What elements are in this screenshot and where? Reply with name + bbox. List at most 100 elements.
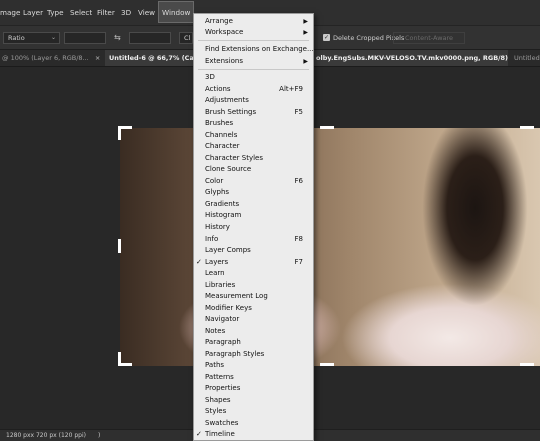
clear-button[interactable]: Cl [179, 32, 193, 44]
menu-item-paragraph-styles[interactable]: Paragraph Styles [194, 349, 313, 360]
menu-item-label: Navigator [205, 315, 240, 323]
menu-item-info[interactable]: Info F8 [194, 234, 313, 245]
menu-item-label: Character [205, 142, 240, 150]
menu-view[interactable]: View [138, 0, 155, 25]
menu-item-brushes[interactable]: Brushes [194, 118, 313, 129]
menu-item-label: Clone Source [205, 165, 252, 173]
menu-image[interactable]: mage [0, 0, 20, 25]
tab-layer6[interactable]: @ 100% (Layer 6, RGB/8... × [0, 50, 104, 66]
tab-untitled[interactable]: Untitled [511, 50, 540, 66]
menu-item-label: Actions [205, 85, 231, 93]
crop-handle-top-right[interactable] [520, 126, 534, 129]
crop-handle-top-left-v[interactable] [118, 126, 121, 140]
tab-untitled-6[interactable]: Untitled-6 @ 66,7% (Capti [105, 50, 193, 66]
menu-item-modifier-keys[interactable]: Modifier Keys [194, 303, 313, 314]
content-aware-button[interactable]: Content-Aware [393, 32, 465, 44]
tab-label: Untitled-6 @ 66,7% (Capti [109, 54, 193, 62]
menu-item-label: Channels [205, 131, 238, 139]
crop-handle-bottom[interactable] [320, 363, 334, 366]
menu-item-label: Styles [205, 407, 227, 415]
menu-item-label: Histogram [205, 211, 242, 219]
menu-item-label: Character Styles [205, 154, 264, 162]
menu-window[interactable]: Window [158, 1, 195, 23]
menu-item-histogram[interactable]: Histogram [194, 210, 313, 221]
menu-item-adjustments[interactable]: Adjustments [194, 95, 313, 106]
window-menu: Arrange ▶ Workspace ▶ Find Extensions on… [193, 13, 314, 441]
menu-item-measurement-log[interactable]: Measurement Log [194, 291, 313, 302]
menu-item-properties[interactable]: Properties [194, 383, 313, 394]
menu-item-shortcut: Alt+F9 [279, 85, 303, 93]
chevron-right-icon: ▶ [303, 29, 308, 36]
menu-item-shortcut: F5 [294, 108, 303, 116]
chevron-down-icon: ⌄ [50, 34, 56, 41]
chevron-right-icon: ▶ [303, 18, 308, 25]
content-aware-label: Content-Aware [404, 34, 454, 42]
menu-item-label: Patterns [205, 373, 234, 381]
menu-item-shapes[interactable]: Shapes [194, 395, 313, 406]
swap-arrows-icon[interactable]: ⇆ [114, 33, 121, 42]
status-arrow-icon[interactable]: ) [98, 430, 100, 441]
clear-button-label: Cl [184, 34, 191, 42]
menu-item-glyphs[interactable]: Glyphs [194, 187, 313, 198]
menu-item-label: Notes [205, 327, 226, 335]
menu-item-channels[interactable]: Channels [194, 130, 313, 141]
menu-select[interactable]: Select [70, 0, 92, 25]
menu-item-timeline[interactable]: ✓ Timeline [194, 429, 313, 440]
menu-filter[interactable]: Filter [97, 0, 115, 25]
menu-item-paragraph[interactable]: Paragraph [194, 337, 313, 348]
menu-item-gradients[interactable]: Gradients [194, 199, 313, 210]
crop-handle-bottom-right[interactable] [520, 363, 534, 366]
menu-item-layer-comps[interactable]: Layer Comps [194, 245, 313, 256]
menu-item-find-extensions[interactable]: Find Extensions on Exchange... [194, 44, 314, 55]
ratio-select[interactable]: Ratio ⌄ [3, 32, 60, 44]
menu-item-libraries[interactable]: Libraries [194, 280, 313, 291]
menu-item-label: Adjustments [205, 96, 249, 104]
menu-item-notes[interactable]: Notes [194, 326, 313, 337]
menu-item-color[interactable]: Color F6 [194, 176, 313, 187]
menu-item-history[interactable]: History [194, 222, 313, 233]
menu-item-workspace[interactable]: Workspace ▶ [194, 27, 313, 38]
close-icon[interactable]: × [95, 54, 100, 62]
menu-3d[interactable]: 3D [121, 0, 131, 25]
menu-layer[interactable]: Layer [23, 0, 43, 25]
delete-cropped-checkbox[interactable]: ✓ [323, 34, 330, 41]
menu-item-label: Find Extensions on Exchange... [205, 45, 314, 53]
menu-item-swatches[interactable]: Swatches [194, 418, 313, 429]
width-field[interactable] [64, 32, 106, 44]
menu-item-patterns[interactable]: Patterns [194, 372, 313, 383]
menu-item-character[interactable]: Character [194, 141, 313, 152]
crop-handle-left[interactable] [118, 239, 121, 253]
menu-item-label: Libraries [205, 281, 236, 289]
document-info: 1280 pxx 720 px (120 ppi) [6, 432, 86, 439]
menu-item-character-styles[interactable]: Character Styles [194, 153, 313, 164]
checkmark-icon: ✓ [196, 258, 202, 266]
menu-item-label: Arrange [205, 17, 233, 25]
tab-mkv-image[interactable]: olby.EngSubs.MKV-VELOSO.TV.mkv0000.png, … [314, 50, 508, 66]
menu-item-brush-settings[interactable]: Brush Settings F5 [194, 107, 313, 118]
menu-item-label: 3D [205, 73, 215, 81]
menu-item-navigator[interactable]: Navigator [194, 314, 313, 325]
height-field[interactable] [129, 32, 171, 44]
checkmark-icon: ✓ [196, 430, 202, 438]
menu-item-label: Paragraph [205, 338, 241, 346]
menu-type[interactable]: Type [47, 0, 64, 25]
menu-item-label: Brush Settings [205, 108, 257, 116]
menu-item-styles[interactable]: Styles [194, 406, 313, 417]
menu-item-layers[interactable]: ✓ Layers F7 [194, 257, 313, 268]
menu-item-clone-source[interactable]: Clone Source [194, 164, 313, 175]
menu-item-paths[interactable]: Paths [194, 360, 313, 371]
menu-item-3d[interactable]: 3D [194, 72, 313, 83]
menu-item-label: Glyphs [205, 188, 230, 196]
menu-item-label: Swatches [205, 419, 239, 427]
crop-handle-bottom-left-v[interactable] [118, 352, 121, 366]
crop-handle-top[interactable] [320, 126, 334, 129]
menu-item-actions[interactable]: Actions Alt+F9 [194, 84, 313, 95]
menu-item-learn[interactable]: Learn [194, 268, 313, 279]
menu-item-shortcut: F8 [294, 235, 303, 243]
menu-item-label: Extensions [205, 57, 244, 65]
menu-item-label: Modifier Keys [205, 304, 252, 312]
menu-item-arrange[interactable]: Arrange ▶ [194, 16, 313, 27]
menu-item-extensions[interactable]: Extensions ▶ [194, 56, 313, 67]
menu-item-shortcut: F6 [294, 177, 303, 185]
menu-item-label: Measurement Log [205, 292, 268, 300]
